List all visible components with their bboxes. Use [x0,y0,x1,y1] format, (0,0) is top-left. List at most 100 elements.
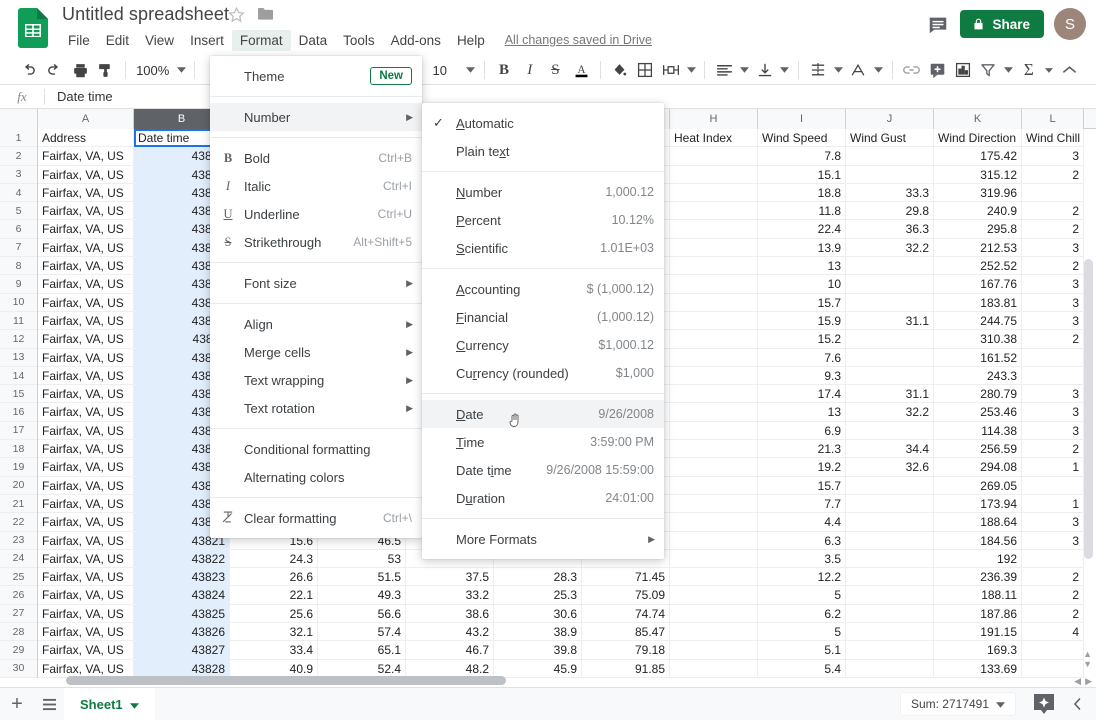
cell-L12[interactable]: 2 [1022,330,1084,348]
horizontal-scroll-arrows[interactable]: ◀▶ [1074,676,1092,687]
row-header-3[interactable]: 3 [0,166,37,184]
cell-L26[interactable]: 2 [1022,586,1084,604]
cell-K15[interactable]: 280.79 [934,385,1022,403]
bold-icon[interactable]: B [491,58,517,82]
format-menu-merge-cells[interactable]: Merge cells ▶ [210,338,422,366]
cell-L3[interactable]: 2 [1022,166,1084,184]
cell-K27[interactable]: 187.86 [934,605,1022,623]
merge-cells-icon[interactable] [658,58,684,82]
cell-H23[interactable] [670,532,758,550]
cell-J5[interactable]: 29.8 [846,202,934,220]
cell-K28[interactable]: 191.15 [934,623,1022,641]
number-menu-more-formats[interactable]: More Formats ▶ [422,525,664,553]
cell-J1[interactable]: Wind Gust [846,129,934,147]
row-header-22[interactable]: 22 [0,513,37,531]
cell-A20[interactable]: Fairfax, VA, US [38,477,134,495]
cell-A27[interactable]: Fairfax, VA, US [38,605,134,623]
cell-I28[interactable]: 5 [758,623,846,641]
cell-K16[interactable]: 253.46 [934,403,1022,421]
column-header-h[interactable]: H [670,109,758,129]
cell-H1[interactable]: Heat Index [670,129,758,147]
row-header-4[interactable]: 4 [0,184,37,202]
cell-I6[interactable]: 22.4 [758,220,846,238]
cell-L24[interactable] [1022,550,1084,568]
table-row[interactable]: Fairfax, VA, US4382525.656.638.630.674.7… [38,605,1084,623]
cell-I25[interactable]: 12.2 [758,568,846,586]
row-header-15[interactable]: 15 [0,385,37,403]
cell-J23[interactable] [846,532,934,550]
cell-H28[interactable] [670,623,758,641]
fill-color-icon[interactable] [607,58,633,82]
cell-I19[interactable]: 19.2 [758,458,846,476]
menu-addons[interactable]: Add-ons [383,30,449,51]
row-header-1[interactable]: 1 [0,129,37,147]
cell-C25[interactable]: 26.6 [230,568,318,586]
cell-H11[interactable] [670,312,758,330]
column-header-j[interactable]: J [846,109,934,129]
avatar[interactable]: S [1054,8,1086,40]
row-header-12[interactable]: 12 [0,330,37,348]
text-rotation-icon[interactable] [845,58,871,82]
sheet-tab-sheet1[interactable]: Sheet1 [64,688,155,720]
cell-H6[interactable] [670,220,758,238]
cell-K19[interactable]: 294.08 [934,458,1022,476]
cell-D28[interactable]: 57.4 [318,623,406,641]
cell-J28[interactable] [846,623,934,641]
cell-J18[interactable]: 34.4 [846,440,934,458]
cell-L2[interactable]: 3 [1022,147,1084,165]
cell-I10[interactable]: 15.7 [758,294,846,312]
save-status-link[interactable]: All changes saved in Drive [505,33,652,47]
cell-I2[interactable]: 7.8 [758,147,846,165]
move-to-folder-icon[interactable] [257,6,274,23]
cell-G27[interactable]: 74.74 [582,605,670,623]
cell-H19[interactable] [670,458,758,476]
cell-K14[interactable]: 243.3 [934,367,1022,385]
cell-L23[interactable]: 3 [1022,532,1084,550]
cell-H4[interactable] [670,184,758,202]
cell-L11[interactable]: 3 [1022,312,1084,330]
cell-D26[interactable]: 49.3 [318,586,406,604]
cell-L16[interactable]: 3 [1022,403,1084,421]
row-header-20[interactable]: 20 [0,477,37,495]
cell-J2[interactable] [846,147,934,165]
cell-J11[interactable]: 31.1 [846,312,934,330]
cell-I24[interactable]: 3.5 [758,550,846,568]
cell-E26[interactable]: 33.2 [406,586,494,604]
menu-insert[interactable]: Insert [182,30,232,51]
cell-K18[interactable]: 256.59 [934,440,1022,458]
share-button[interactable]: Share [960,10,1044,38]
column-header-l[interactable]: L [1022,109,1084,129]
cell-B24[interactable]: 43822 [134,550,230,568]
cell-L18[interactable]: 2 [1022,440,1084,458]
cell-J4[interactable]: 33.3 [846,184,934,202]
cell-J21[interactable] [846,495,934,513]
cell-I12[interactable]: 15.2 [758,330,846,348]
format-menu-strikethrough[interactable]: S Strikethrough Alt+Shift+5 [210,228,422,256]
cell-H3[interactable] [670,166,758,184]
cell-A13[interactable]: Fairfax, VA, US [38,349,134,367]
format-menu-italic[interactable]: I Italic Ctrl+I [210,172,422,200]
cell-I9[interactable]: 10 [758,275,846,293]
comment-history-icon[interactable] [927,14,949,36]
cell-A3[interactable]: Fairfax, VA, US [38,166,134,184]
cell-L15[interactable]: 3 [1022,385,1084,403]
select-all-corner[interactable] [0,109,38,129]
collapse-toolbar-icon[interactable] [1056,58,1082,82]
cell-B26[interactable]: 43824 [134,586,230,604]
row-header-7[interactable]: 7 [0,239,37,257]
text-wrapping-icon[interactable] [805,58,831,82]
cell-J22[interactable] [846,513,934,531]
add-sheet-icon[interactable]: + [0,693,34,716]
insert-link-icon[interactable] [899,58,925,82]
cell-J17[interactable] [846,422,934,440]
italic-icon[interactable]: I [517,58,543,82]
filter-dropdown-icon[interactable] [1001,67,1016,73]
cell-H24[interactable] [670,550,758,568]
row-header-30[interactable]: 30 [0,660,37,678]
cell-A15[interactable]: Fairfax, VA, US [38,385,134,403]
collapse-panel-icon[interactable] [1062,698,1092,710]
paint-format-icon[interactable] [93,58,119,82]
cell-I3[interactable]: 15.1 [758,166,846,184]
cell-C29[interactable]: 33.4 [230,641,318,659]
cell-H5[interactable] [670,202,758,220]
